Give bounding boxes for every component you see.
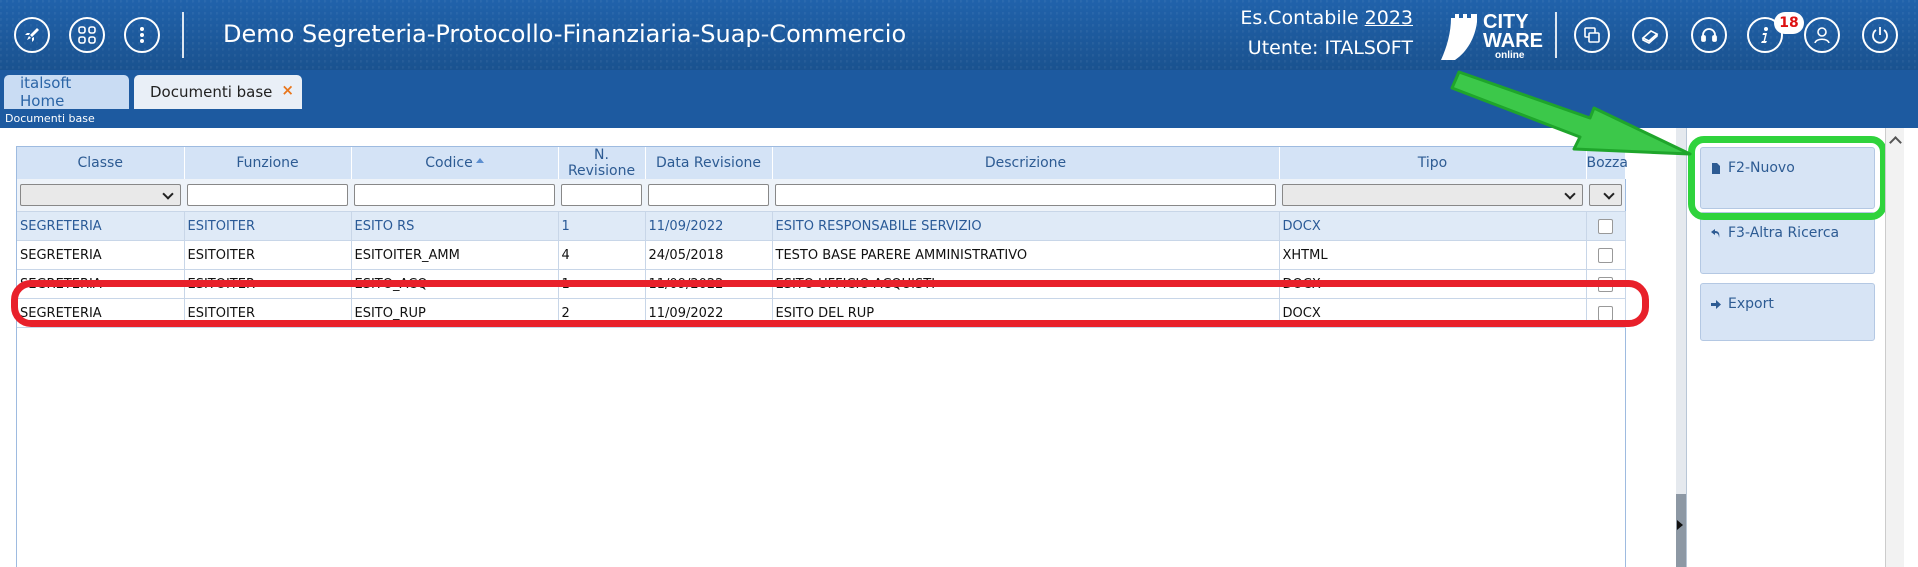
- windows-icon: [1584, 27, 1600, 43]
- grid-icon: [78, 26, 96, 44]
- tab-documenti-base[interactable]: Documenti base ×: [134, 75, 302, 109]
- other-search-button[interactable]: F3-Altra Ricerca: [1700, 212, 1875, 274]
- logo-line1: CITY: [1483, 11, 1529, 33]
- cell-revisione: 4: [558, 240, 646, 270]
- column-header-codice[interactable]: Codice: [351, 147, 559, 179]
- header-divider: [182, 12, 184, 58]
- table-row[interactable]: SEGRETERIA ESITOITER ESITOITER_AMM 4 24/…: [17, 240, 1626, 270]
- scroll-up-icon[interactable]: [1889, 136, 1902, 149]
- info-icon: [1761, 27, 1768, 43]
- export-arrow-icon: [1711, 300, 1721, 309]
- expand-right-icon[interactable]: [1677, 520, 1683, 530]
- cell-data-revisione: 24/05/2018: [645, 240, 773, 270]
- app-title: Demo Segreteria-Protocollo-Finanziaria-S…: [223, 20, 907, 48]
- bozza-filter-select[interactable]: [1589, 184, 1622, 206]
- header-divider-right: [1555, 12, 1557, 58]
- cityware-logo: CITY WARE online: [1437, 11, 1543, 61]
- bozza-checkbox[interactable]: [1598, 247, 1613, 263]
- sort-asc-icon: [475, 158, 484, 163]
- cell-revisione: 1: [558, 211, 646, 241]
- export-button-label: Export: [1728, 296, 1774, 312]
- accounting-year: Es.Contabile 2023: [1240, 7, 1413, 29]
- row-highlight-annotation: [11, 280, 1649, 327]
- grid-splitter-scrollbar[interactable]: [1676, 128, 1686, 567]
- logo-line2: WARE: [1483, 30, 1543, 52]
- funzione-filter-input[interactable]: [187, 184, 348, 206]
- column-header-data-revisione[interactable]: Data Revisione: [645, 147, 773, 179]
- cell-codice: ESITOITER_AMM: [351, 240, 559, 270]
- rocket-button[interactable]: [14, 17, 50, 53]
- cell-data-revisione: 11/09/2022: [645, 211, 773, 241]
- cell-tipo: DOCX: [1279, 211, 1587, 241]
- table-row[interactable]: SEGRETERIA ESITOITER ESITO RS 1 11/09/20…: [17, 211, 1626, 241]
- more-button[interactable]: [124, 17, 160, 53]
- grid-area: Classe Funzione Codice N. Revisione Data…: [0, 128, 1685, 567]
- power-icon: [1872, 27, 1888, 44]
- windows-button[interactable]: [1574, 17, 1610, 53]
- current-user: Utente: ITALSOFT: [1247, 37, 1413, 59]
- new-button-highlight-annotation: [1688, 136, 1887, 220]
- tab-strip: italsoft Home Documenti base ×: [0, 70, 1918, 110]
- column-header-tipo[interactable]: Tipo: [1279, 147, 1587, 179]
- column-header-descrizione[interactable]: Descrizione: [772, 147, 1280, 179]
- user-icon: [1814, 27, 1830, 44]
- apps-grid-button[interactable]: [69, 17, 105, 53]
- tab-home-label: italsoft Home: [20, 74, 72, 110]
- books-icon: [1641, 30, 1659, 44]
- column-header-n-revisione[interactable]: N. Revisione: [558, 147, 646, 179]
- tipo-filter-select[interactable]: [1282, 184, 1583, 206]
- top-bar: Demo Segreteria-Protocollo-Finanziaria-S…: [0, 0, 1918, 70]
- breadcrumb: Documenti base: [0, 110, 1918, 128]
- panel-divider: [1686, 128, 1687, 567]
- headset-icon: [1701, 28, 1717, 42]
- table-header-row: Classe Funzione Codice N. Revisione Data…: [17, 147, 1628, 179]
- manuals-button[interactable]: [1632, 17, 1668, 53]
- accounting-year-value[interactable]: 2023: [1365, 7, 1413, 29]
- notification-badge[interactable]: 18: [1774, 12, 1804, 34]
- logout-button[interactable]: [1862, 17, 1898, 53]
- column-header-codice-label: Codice: [425, 155, 473, 171]
- column-header-classe[interactable]: Classe: [17, 147, 185, 179]
- cell-funzione: ESITOITER: [184, 240, 352, 270]
- export-button[interactable]: Export: [1700, 283, 1875, 341]
- logo-line3: online: [1495, 50, 1525, 61]
- column-header-bozza[interactable]: Bozza: [1586, 147, 1628, 179]
- tab-home[interactable]: italsoft Home: [4, 74, 129, 110]
- codice-filter-input[interactable]: [354, 184, 555, 206]
- close-icon[interactable]: ×: [281, 81, 294, 99]
- classe-filter-select[interactable]: [20, 184, 181, 206]
- tower-icon: [1441, 14, 1477, 60]
- tab-documenti-base-label: Documenti base: [150, 83, 273, 101]
- cell-descrizione: ESITO RESPONSABILE SERVIZIO: [772, 211, 1280, 241]
- descrizione-filter-input[interactable]: [775, 184, 1276, 206]
- scrollbar-thumb[interactable]: [1676, 494, 1686, 567]
- data-revisione-filter-input[interactable]: [648, 184, 769, 206]
- column-header-funzione[interactable]: Funzione: [184, 147, 352, 179]
- filter-row: [17, 179, 1625, 212]
- cell-funzione: ESITOITER: [184, 211, 352, 241]
- back-arrow-icon: [1711, 229, 1720, 238]
- cell-descrizione: TESTO BASE PARERE AMMINISTRATIVO: [772, 240, 1280, 270]
- cell-classe: SEGRETERIA: [17, 240, 185, 270]
- user-button[interactable]: [1804, 17, 1840, 53]
- accounting-year-label: Es.Contabile: [1240, 7, 1359, 29]
- cell-tipo: XHTML: [1279, 240, 1587, 270]
- cell-classe: SEGRETERIA: [17, 211, 185, 241]
- other-search-button-label: F3-Altra Ricerca: [1728, 225, 1840, 241]
- page-scrollbar[interactable]: [1885, 128, 1904, 567]
- more-vertical-icon: [140, 27, 144, 43]
- support-button[interactable]: [1691, 17, 1727, 53]
- rocket-icon: [25, 28, 39, 42]
- revisione-filter-input[interactable]: [561, 184, 642, 206]
- cell-codice: ESITO RS: [351, 211, 559, 241]
- bozza-checkbox[interactable]: [1598, 218, 1613, 234]
